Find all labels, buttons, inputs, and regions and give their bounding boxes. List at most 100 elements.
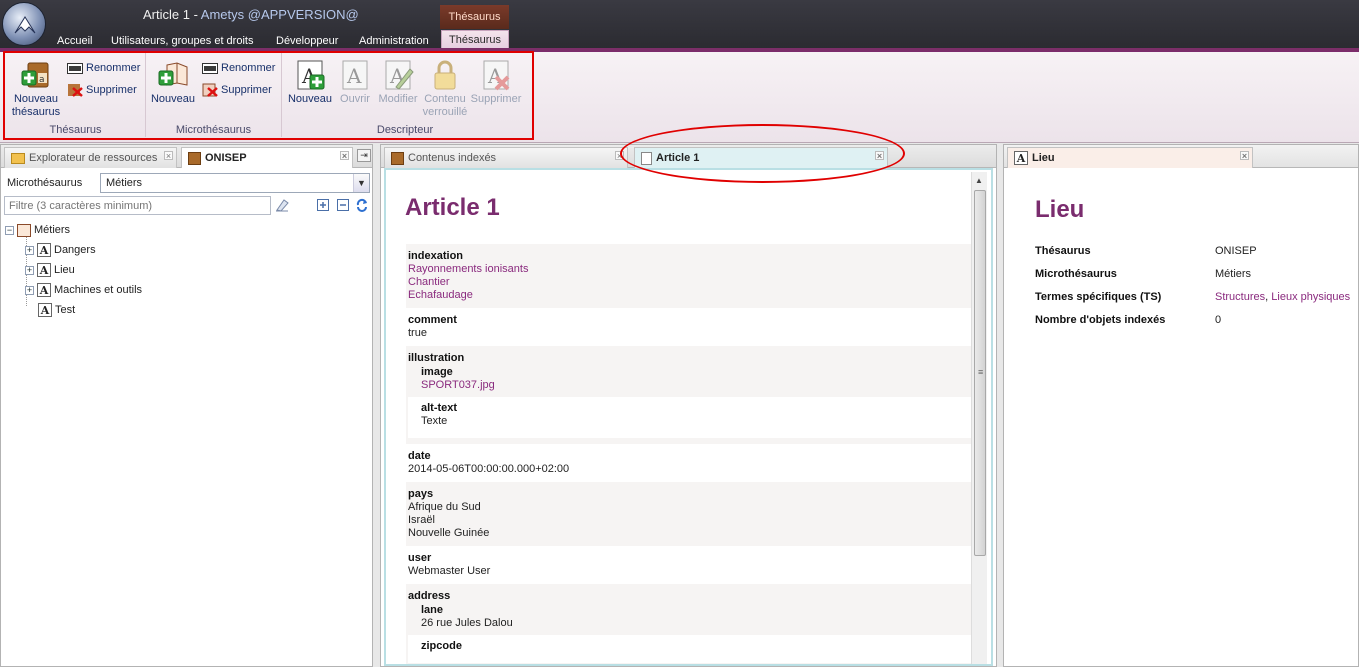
article-title: Article 1 [405,194,500,221]
field-label: zipcode [421,640,462,652]
property-label: Termes spécifiques (TS) [1035,291,1162,303]
field-value: Nouvelle Guinée [408,527,490,539]
term-link[interactable]: Lieux physiques [1271,291,1350,303]
field-date: date 2014-05-06T00:00:00.000+02:00 [406,444,976,482]
property-value: ONISEP [1215,245,1257,257]
microthesaurus-book-icon [17,223,31,237]
field-value: 2014-05-06T00:00:00.000+02:00 [408,463,570,475]
microthesaurus-select[interactable]: Métiers ▼ [100,173,370,193]
property-row: Nombre d'objets indexés 0 [1035,314,1355,337]
property-value: Métiers [1215,268,1252,280]
app-menu-button[interactable] [2,2,46,46]
app-name: Ametys @APPVERSION@ [200,7,359,22]
descriptor-icon: A [37,283,51,297]
filter-input[interactable] [4,196,271,215]
field-label: date [408,450,431,462]
tab-onisep[interactable]: ONISEP × [181,147,353,168]
scrollbar-thumb[interactable]: ≡ [974,190,986,556]
subfield-lane: lane 26 rue Jules Dalou [408,603,974,630]
indexation-link[interactable]: Rayonnements ionisants [408,263,974,276]
expand-icon[interactable]: + [25,285,34,295]
descriptor-panel: A Lieu × Lieu Thésaurus ONISEP Microthés… [1003,144,1359,667]
term-link[interactable]: Structures [1215,291,1265,303]
subfield-alt-text: alt-text Texte [408,397,974,438]
field-value: Webmaster User [408,565,491,577]
descriptor-icon: A [38,303,52,317]
descriptor-icon: A [37,263,51,277]
collapse-icon[interactable]: − [5,225,14,235]
close-icon[interactable]: × [340,151,349,161]
indexation-link[interactable]: Echafaudage [408,289,974,302]
microthesaurus-select-value: Métiers [106,177,143,189]
expand-icon[interactable]: + [25,265,34,275]
field-comment: comment true [406,308,976,346]
indexation-link[interactable]: Chantier [408,276,974,289]
ametys-logo-icon [14,16,36,34]
field-value: Afrique du Sud [408,501,481,513]
field-label: illustration [408,352,465,364]
tree-item[interactable]: + A Lieu [5,260,365,280]
tab-accueil[interactable]: Accueil [57,35,92,47]
descriptor-title: Lieu [1035,196,1085,223]
tree-item[interactable]: + A Machines et outils [5,280,365,300]
tree-item-label: Test [55,304,76,316]
left-tabstrip: Explorateur de ressources × ONISEP × ⇥ [1,145,372,168]
collapse-all-icon[interactable] [336,198,350,212]
tab-administration[interactable]: Administration [359,35,429,47]
vertical-scrollbar[interactable]: ▲ ≡ [971,172,987,664]
property-row: Thésaurus ONISEP [1035,245,1355,268]
chevron-down-icon[interactable]: ▼ [353,174,369,192]
tree-item-label: Lieu [54,264,75,276]
grip-icon: ≡ [978,367,984,377]
clear-filter-icon[interactable] [275,198,289,212]
field-pays: pays Afrique du Sud Israël Nouvelle Guin… [406,482,976,546]
tab-indexed-contents[interactable]: Contenus indexés × [384,147,628,168]
contextual-tab-header: Thésaurus [440,5,509,29]
field-label: image [421,366,453,378]
tab-thesaurus[interactable]: Thésaurus [441,30,509,48]
left-panel: Explorateur de ressources × ONISEP × ⇥ M… [0,144,373,667]
field-address: address lane 26 rue Jules Dalou zipcode [406,584,976,664]
scroll-up-arrow-icon[interactable]: ▲ [975,176,983,185]
expand-all-icon[interactable] [316,198,330,212]
field-label: comment [408,314,457,326]
field-label: address [408,590,451,602]
field-value: 26 rue Jules Dalou [421,617,513,629]
descriptor-icon: A [37,243,51,257]
tree-item[interactable]: + A Dangers [5,240,365,260]
field-value: Texte [421,415,448,427]
close-icon[interactable]: × [164,151,173,161]
field-label: lane [421,604,444,616]
close-icon[interactable]: × [1240,151,1249,161]
tree-root[interactable]: − Métiers [5,220,365,240]
thesaurus-icon [188,151,201,165]
property-label: Thésaurus [1035,245,1091,257]
tree-item-label: Machines et outils [54,284,143,296]
field-label: indexation [408,250,464,262]
tab-explorer[interactable]: Explorateur de ressources × [4,147,177,168]
content-panel: Contenus indexés × Article 1 × Article 1… [380,144,997,667]
tab-lieu[interactable]: A Lieu × [1007,147,1253,168]
field-label: alt-text [421,402,458,414]
document-title: Article 1 - [143,7,201,22]
property-value: Structures, Lieux physiques [1215,291,1350,314]
descriptor-icon: A [1014,151,1028,165]
descriptor-tabstrip: A Lieu × [1004,145,1358,168]
subfield-zipcode: zipcode [408,635,974,663]
property-row: Termes spécifiques (TS) Structures, Lieu… [1035,291,1355,314]
field-user: user Webmaster User [406,546,976,584]
article-view: Article 1 indexation Rayonnements ionisa… [384,168,993,666]
field-label: user [408,552,432,564]
image-link[interactable]: SPORT037.jpg [421,379,974,392]
tab-explorer-label: Explorateur de ressources [29,152,158,164]
tab-developpeur[interactable]: Développeur [276,35,338,47]
tab-utilisateurs[interactable]: Utilisateurs, groupes et droits [111,35,253,47]
subfield-image: image SPORT037.jpg [408,365,974,392]
collapse-panel-icon[interactable]: ⇥ [357,149,371,162]
microthesaurus-label: Microthésaurus [7,177,83,189]
refresh-icon[interactable] [355,198,369,212]
expand-icon[interactable]: + [25,245,34,255]
article-fields: indexation Rayonnements ionisants Chanti… [406,244,976,664]
tree-item[interactable]: A Test [5,300,365,320]
annotation-rectangle [3,51,534,140]
